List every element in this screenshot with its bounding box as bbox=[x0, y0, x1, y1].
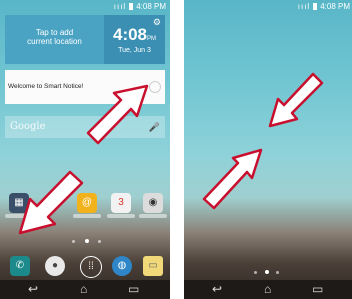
arrow-down-left-icon bbox=[268, 72, 324, 128]
gesture-arrows bbox=[18, 84, 149, 235]
arrow-down-left-icon bbox=[18, 170, 84, 235]
arrow-up-right-icon bbox=[86, 84, 149, 145]
arrow-up-right-icon bbox=[202, 148, 263, 210]
gesture-arrows bbox=[202, 72, 324, 210]
left-phone-screen: ıııl 4:08 PM Tap to add current location … bbox=[0, 0, 170, 299]
right-phone-screen: ıııl 4:08 PM ↩ ⌂ ▭ bbox=[184, 0, 352, 299]
